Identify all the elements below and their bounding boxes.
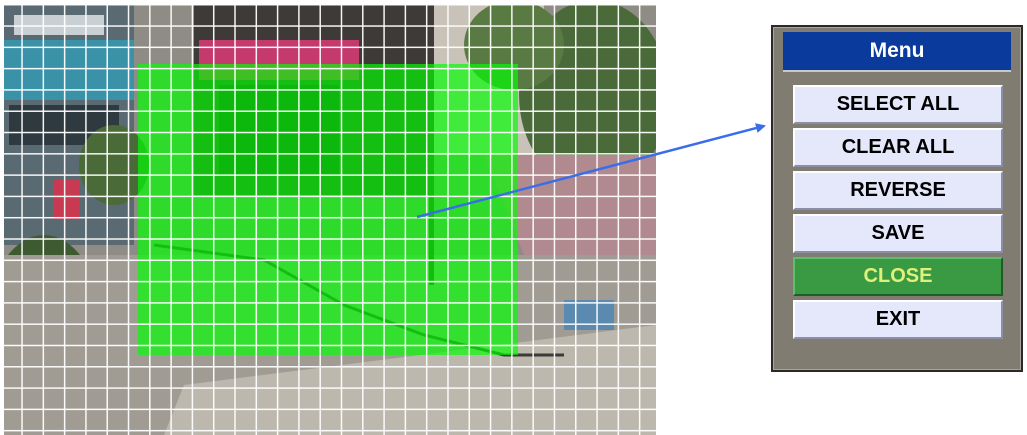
menu-item-close[interactable]: CLOSE <box>793 257 1003 296</box>
menu-item-clear-all[interactable]: CLEAR ALL <box>793 128 1003 167</box>
context-menu: Menu SELECT ALL CLEAR ALL REVERSE SAVE C… <box>771 25 1023 372</box>
camera-view[interactable] <box>4 5 656 435</box>
menu-item-select-all[interactable]: SELECT ALL <box>793 85 1003 124</box>
menu-item-reverse[interactable]: REVERSE <box>793 171 1003 210</box>
menu-list: SELECT ALL CLEAR ALL REVERSE SAVE CLOSE … <box>793 85 1003 343</box>
motion-detection-region[interactable] <box>138 64 518 355</box>
menu-item-exit[interactable]: EXIT <box>793 300 1003 339</box>
menu-item-save[interactable]: SAVE <box>793 214 1003 253</box>
menu-title: Menu <box>783 32 1011 72</box>
